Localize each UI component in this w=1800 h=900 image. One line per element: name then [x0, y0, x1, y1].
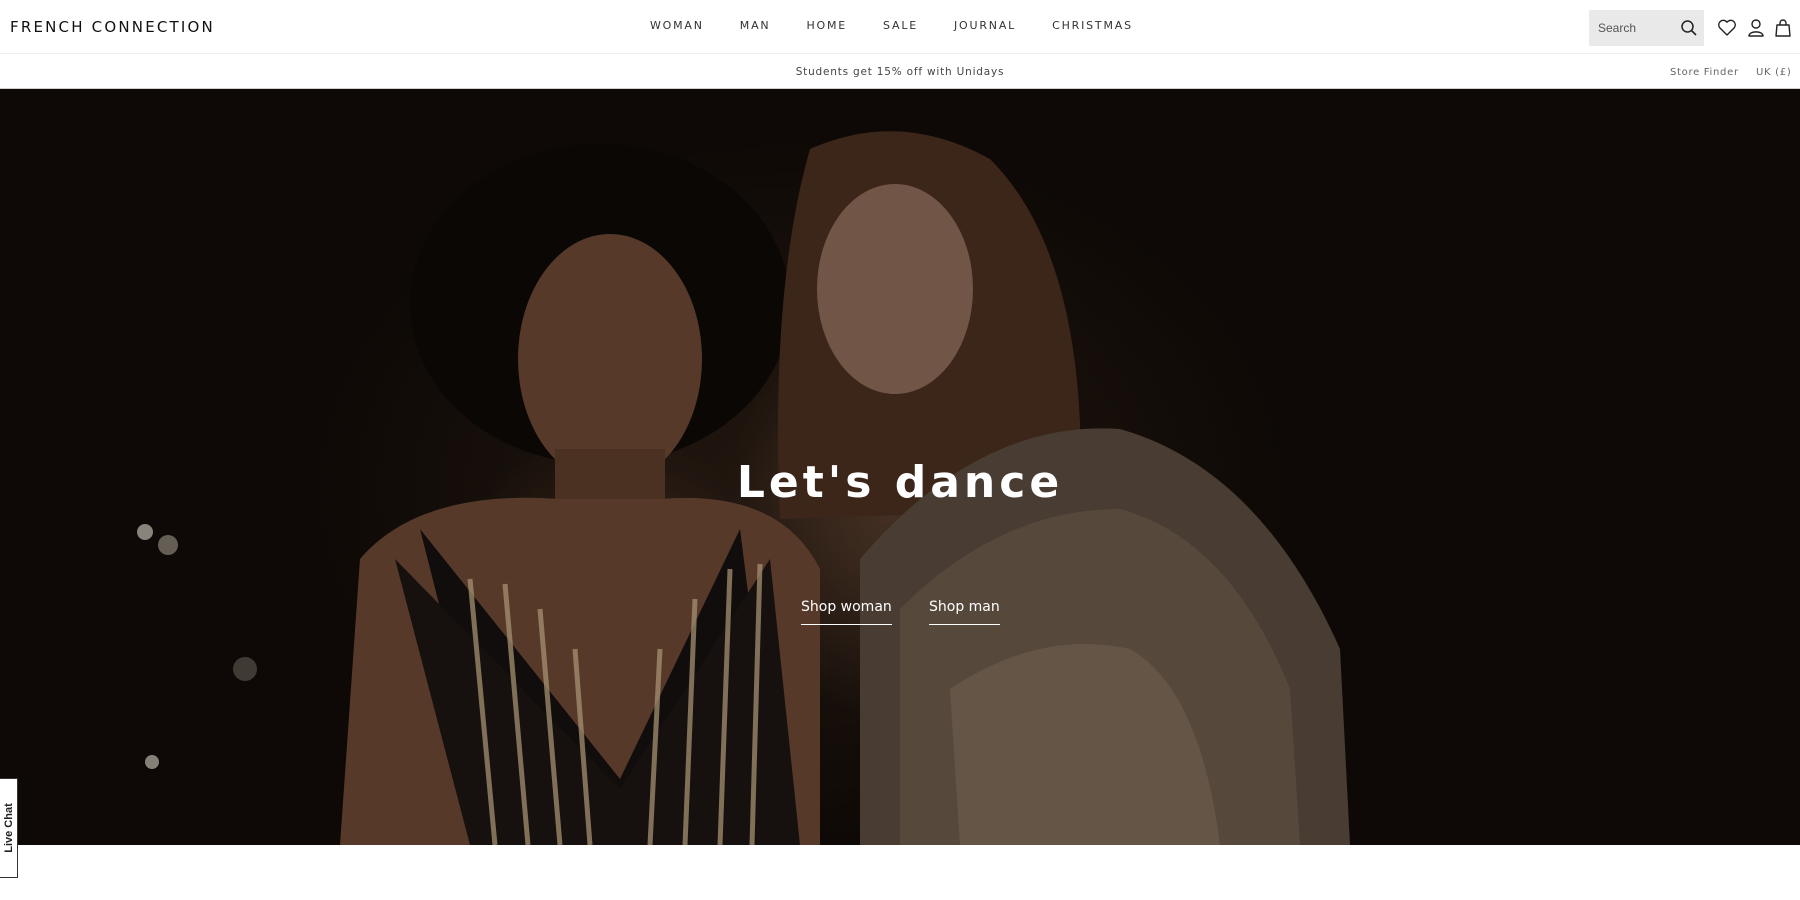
content-below-hero — [0, 845, 1800, 900]
site-header: FRENCH CONNECTION WOMAN MAN HOME SALE JO… — [0, 0, 1800, 54]
user-icon[interactable] — [1745, 17, 1767, 39]
main-nav: WOMAN MAN HOME SALE JOURNAL CHRISTMAS — [650, 19, 1169, 32]
shop-man-link[interactable]: Shop man — [929, 599, 1000, 625]
hero-banner: Let's dance Shop woman Shop man — [0, 89, 1800, 845]
heart-icon[interactable] — [1716, 17, 1738, 39]
brand-logo[interactable]: FRENCH CONNECTION — [10, 18, 215, 36]
shop-woman-link[interactable]: Shop woman — [801, 599, 892, 625]
nav-item-sale[interactable]: SALE — [883, 19, 918, 32]
search-input[interactable] — [1598, 21, 1678, 35]
bag-icon[interactable] — [1772, 17, 1794, 39]
store-finder-link[interactable]: Store Finder — [1670, 67, 1739, 78]
nav-item-journal[interactable]: JOURNAL — [954, 19, 1016, 32]
search-box — [1589, 10, 1704, 46]
promo-bar: Students get 15% off with Unidays Store … — [0, 55, 1800, 89]
search-icon[interactable] — [1680, 19, 1698, 37]
promo-text[interactable]: Students get 15% off with Unidays — [0, 66, 1800, 78]
nav-item-man[interactable]: MAN — [740, 19, 771, 32]
nav-item-christmas[interactable]: CHRISTMAS — [1052, 19, 1133, 32]
live-chat-label: Live Chat — [2, 803, 15, 853]
live-chat-tab[interactable]: Live Chat — [0, 778, 18, 878]
region-selector[interactable]: UK (£) — [1756, 67, 1791, 78]
nav-item-home[interactable]: HOME — [806, 19, 847, 32]
nav-item-woman[interactable]: WOMAN — [650, 19, 704, 32]
hero-title: Let's dance — [736, 457, 1064, 508]
